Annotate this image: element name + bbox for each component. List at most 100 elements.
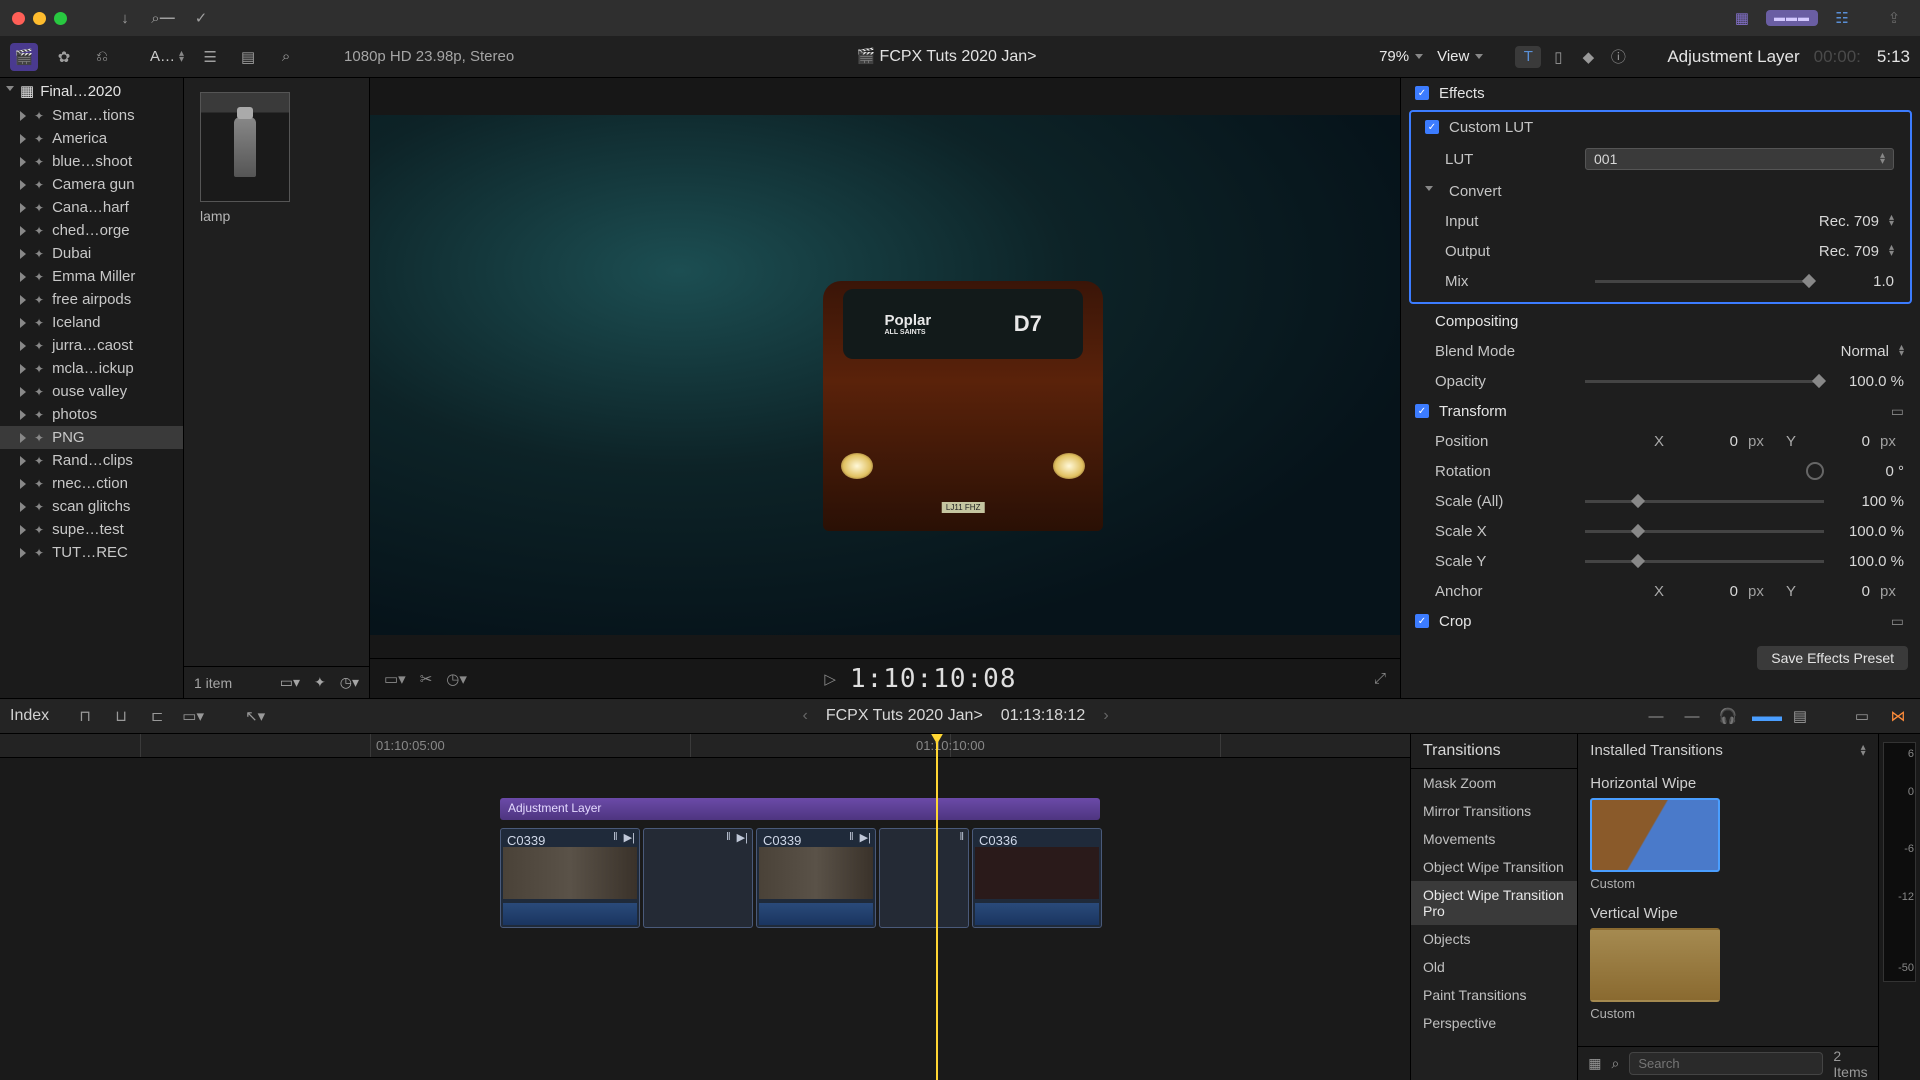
sidebar-item-12[interactable]: ✦ouse valley xyxy=(0,380,183,403)
filmstrip-icon[interactable]: ☰ xyxy=(198,48,222,66)
installed-label[interactable]: Installed Transitions xyxy=(1590,742,1723,759)
arrow-tool-icon[interactable]: ↖▾ xyxy=(243,707,267,725)
grid-toggle-icon[interactable]: ▦ xyxy=(1588,1055,1601,1072)
clip-1[interactable]: C0339‖▶| xyxy=(500,828,640,928)
transition-cat-4[interactable]: Object Wipe Transition Pro xyxy=(1411,881,1577,925)
clip-2-gap[interactable]: ‖▶| xyxy=(643,828,753,928)
mix-value[interactable]: 1.0 xyxy=(1834,273,1894,290)
retime-icon[interactable]: ◷▾ xyxy=(446,670,467,688)
lut-dropdown[interactable]: 001▴▾ xyxy=(1585,148,1894,170)
sidebar-item-13[interactable]: ✦photos xyxy=(0,403,183,426)
display-options-icon[interactable]: ▭▾ xyxy=(384,670,406,688)
customlut-checkbox[interactable]: ✓ xyxy=(1425,120,1439,134)
inspector-toggle-icon[interactable]: ☷ xyxy=(1828,7,1856,29)
transitions-browser-icon[interactable]: ⋈ xyxy=(1886,707,1910,725)
effects-browser-icon[interactable]: ▭ xyxy=(1850,707,1874,725)
crop-onscreen-icon[interactable]: ▭ xyxy=(1891,613,1904,630)
titles-icon[interactable]: ⎌ xyxy=(90,48,114,65)
sidebar-item-19[interactable]: ✦TUT…REC xyxy=(0,541,183,564)
anchor-x[interactable]: 0 xyxy=(1678,583,1738,600)
sidebar-item-11[interactable]: ✦mcla…ickup xyxy=(0,357,183,380)
generator-inspector-tab[interactable]: ◆ xyxy=(1575,46,1601,68)
transition-cat-3[interactable]: Object Wipe Transition xyxy=(1411,853,1577,881)
anchor-y[interactable]: 0 xyxy=(1810,583,1870,600)
transition-cat-2[interactable]: Movements xyxy=(1411,825,1577,853)
window-minimize[interactable] xyxy=(33,12,46,25)
mix-slider[interactable] xyxy=(1595,280,1814,283)
prev-edit-icon[interactable]: ‹ xyxy=(802,707,807,725)
sidebar-item-5[interactable]: ✦ched…orge xyxy=(0,219,183,242)
solo-icon[interactable]: 🎧 xyxy=(1716,707,1740,725)
transform-checkbox[interactable]: ✓ xyxy=(1415,404,1429,418)
transition-cat-7[interactable]: Paint Transitions xyxy=(1411,981,1577,1009)
clip-3[interactable]: C0339‖▶| xyxy=(756,828,876,928)
sidebar-item-17[interactable]: ✦scan glitchs xyxy=(0,495,183,518)
input-value[interactable]: Rec. 709 xyxy=(1819,213,1879,230)
search-input[interactable] xyxy=(1629,1052,1823,1075)
fullscreen-icon[interactable]: ⤢ xyxy=(1374,670,1386,687)
rotation-value[interactable]: 0 ° xyxy=(1844,463,1904,480)
import-icon[interactable]: ↓ xyxy=(111,7,139,29)
overwrite-clip-icon[interactable]: ▭▾ xyxy=(181,707,205,725)
transition-cat-1[interactable]: Mirror Transitions xyxy=(1411,797,1577,825)
play-icon[interactable]: ▷ xyxy=(824,670,836,688)
skimming-icon[interactable]: ⎯⎯ xyxy=(1644,708,1668,725)
list-icon[interactable]: ▤ xyxy=(236,48,260,66)
append-clip-icon[interactable]: ⊏ xyxy=(145,707,169,725)
info-inspector-tab[interactable]: ⓘ xyxy=(1605,46,1631,68)
position-y[interactable]: 0 xyxy=(1810,433,1870,450)
audio-skim-icon[interactable]: ⎯⎯ xyxy=(1680,708,1704,725)
scalex-value[interactable]: 100.0 % xyxy=(1844,523,1904,540)
transition-cat-6[interactable]: Old xyxy=(1411,953,1577,981)
timeline-view-icon[interactable]: ▤ xyxy=(1788,707,1812,725)
transition-2-thumb[interactable] xyxy=(1590,928,1720,1002)
clip-4-gap[interactable]: ‖ xyxy=(879,828,969,928)
viewer-canvas[interactable]: PoplarALL SAINTS D7 LJ11 FHZ xyxy=(370,115,1400,635)
save-preset-button[interactable]: Save Effects Preset xyxy=(1757,646,1908,670)
sidebar-item-7[interactable]: ✦Emma Miller xyxy=(0,265,183,288)
sidebar-item-8[interactable]: ✦free airpods xyxy=(0,288,183,311)
output-value[interactable]: Rec. 709 xyxy=(1819,243,1879,260)
opacity-value[interactable]: 100.0 % xyxy=(1844,373,1904,390)
connect-clip-icon[interactable]: ⊓ xyxy=(73,707,97,725)
scaley-slider[interactable] xyxy=(1585,560,1824,563)
scaleall-value[interactable]: 100 % xyxy=(1844,493,1904,510)
window-zoom[interactable] xyxy=(54,12,67,25)
sidebar-item-18[interactable]: ✦supe…test xyxy=(0,518,183,541)
filter-icon[interactable]: ▭▾ xyxy=(280,674,300,691)
zoom-dropdown[interactable]: 79% xyxy=(1379,48,1423,65)
clip-thumbnail[interactable] xyxy=(200,92,290,202)
text-style-dropdown[interactable]: A…▴▾ xyxy=(150,48,184,65)
sidebar-item-4[interactable]: ✦Cana…harf xyxy=(0,196,183,219)
timeline-ruler[interactable]: 01:10:05:00 01:10:10:00 xyxy=(0,734,1410,758)
sidebar-item-10[interactable]: ✦jurra…caost xyxy=(0,334,183,357)
snap-icon[interactable]: ▬▬ xyxy=(1752,708,1776,725)
search-icon[interactable]: ⌕ xyxy=(274,48,298,65)
position-x[interactable]: 0 xyxy=(1678,433,1738,450)
opacity-slider[interactable] xyxy=(1585,380,1824,383)
sidebar-item-0[interactable]: ✦Smar…tions xyxy=(0,104,183,127)
sidebar-item-14[interactable]: ✦PNG xyxy=(0,426,183,449)
pill-icon[interactable]: ▬▬▬ xyxy=(1766,10,1818,26)
clip-5[interactable]: C0336 xyxy=(972,828,1102,928)
library-icon[interactable]: 🎬 xyxy=(10,43,38,71)
viewer-timecode[interactable]: 1:10:10:08 xyxy=(850,664,1017,694)
sidebar-item-15[interactable]: ✦Rand…clips xyxy=(0,449,183,472)
sidebar-item-6[interactable]: ✦Dubai xyxy=(0,242,183,265)
view-dropdown[interactable]: View xyxy=(1437,48,1483,65)
transform-tool-icon[interactable]: ✂ xyxy=(420,670,433,688)
text-inspector-tab[interactable]: T xyxy=(1515,46,1541,68)
share-icon[interactable]: ⇪ xyxy=(1880,7,1908,29)
sidebar-item-16[interactable]: ✦rnec…ction xyxy=(0,472,183,495)
transition-cat-8[interactable]: Perspective xyxy=(1411,1009,1577,1037)
adjustment-layer-clip[interactable]: Adjustment Layer xyxy=(500,798,1100,820)
grid-icon[interactable]: ▦ xyxy=(1728,7,1756,29)
blend-value[interactable]: Normal xyxy=(1841,343,1889,360)
transition-1-thumb[interactable] xyxy=(1590,798,1720,872)
playhead[interactable] xyxy=(936,734,938,1080)
convert-label[interactable]: Convert xyxy=(1449,183,1502,200)
index-button[interactable]: Index xyxy=(10,707,49,725)
video-inspector-tab[interactable]: ▯ xyxy=(1545,46,1571,68)
transition-cat-0[interactable]: Mask Zoom xyxy=(1411,769,1577,797)
window-close[interactable] xyxy=(12,12,25,25)
